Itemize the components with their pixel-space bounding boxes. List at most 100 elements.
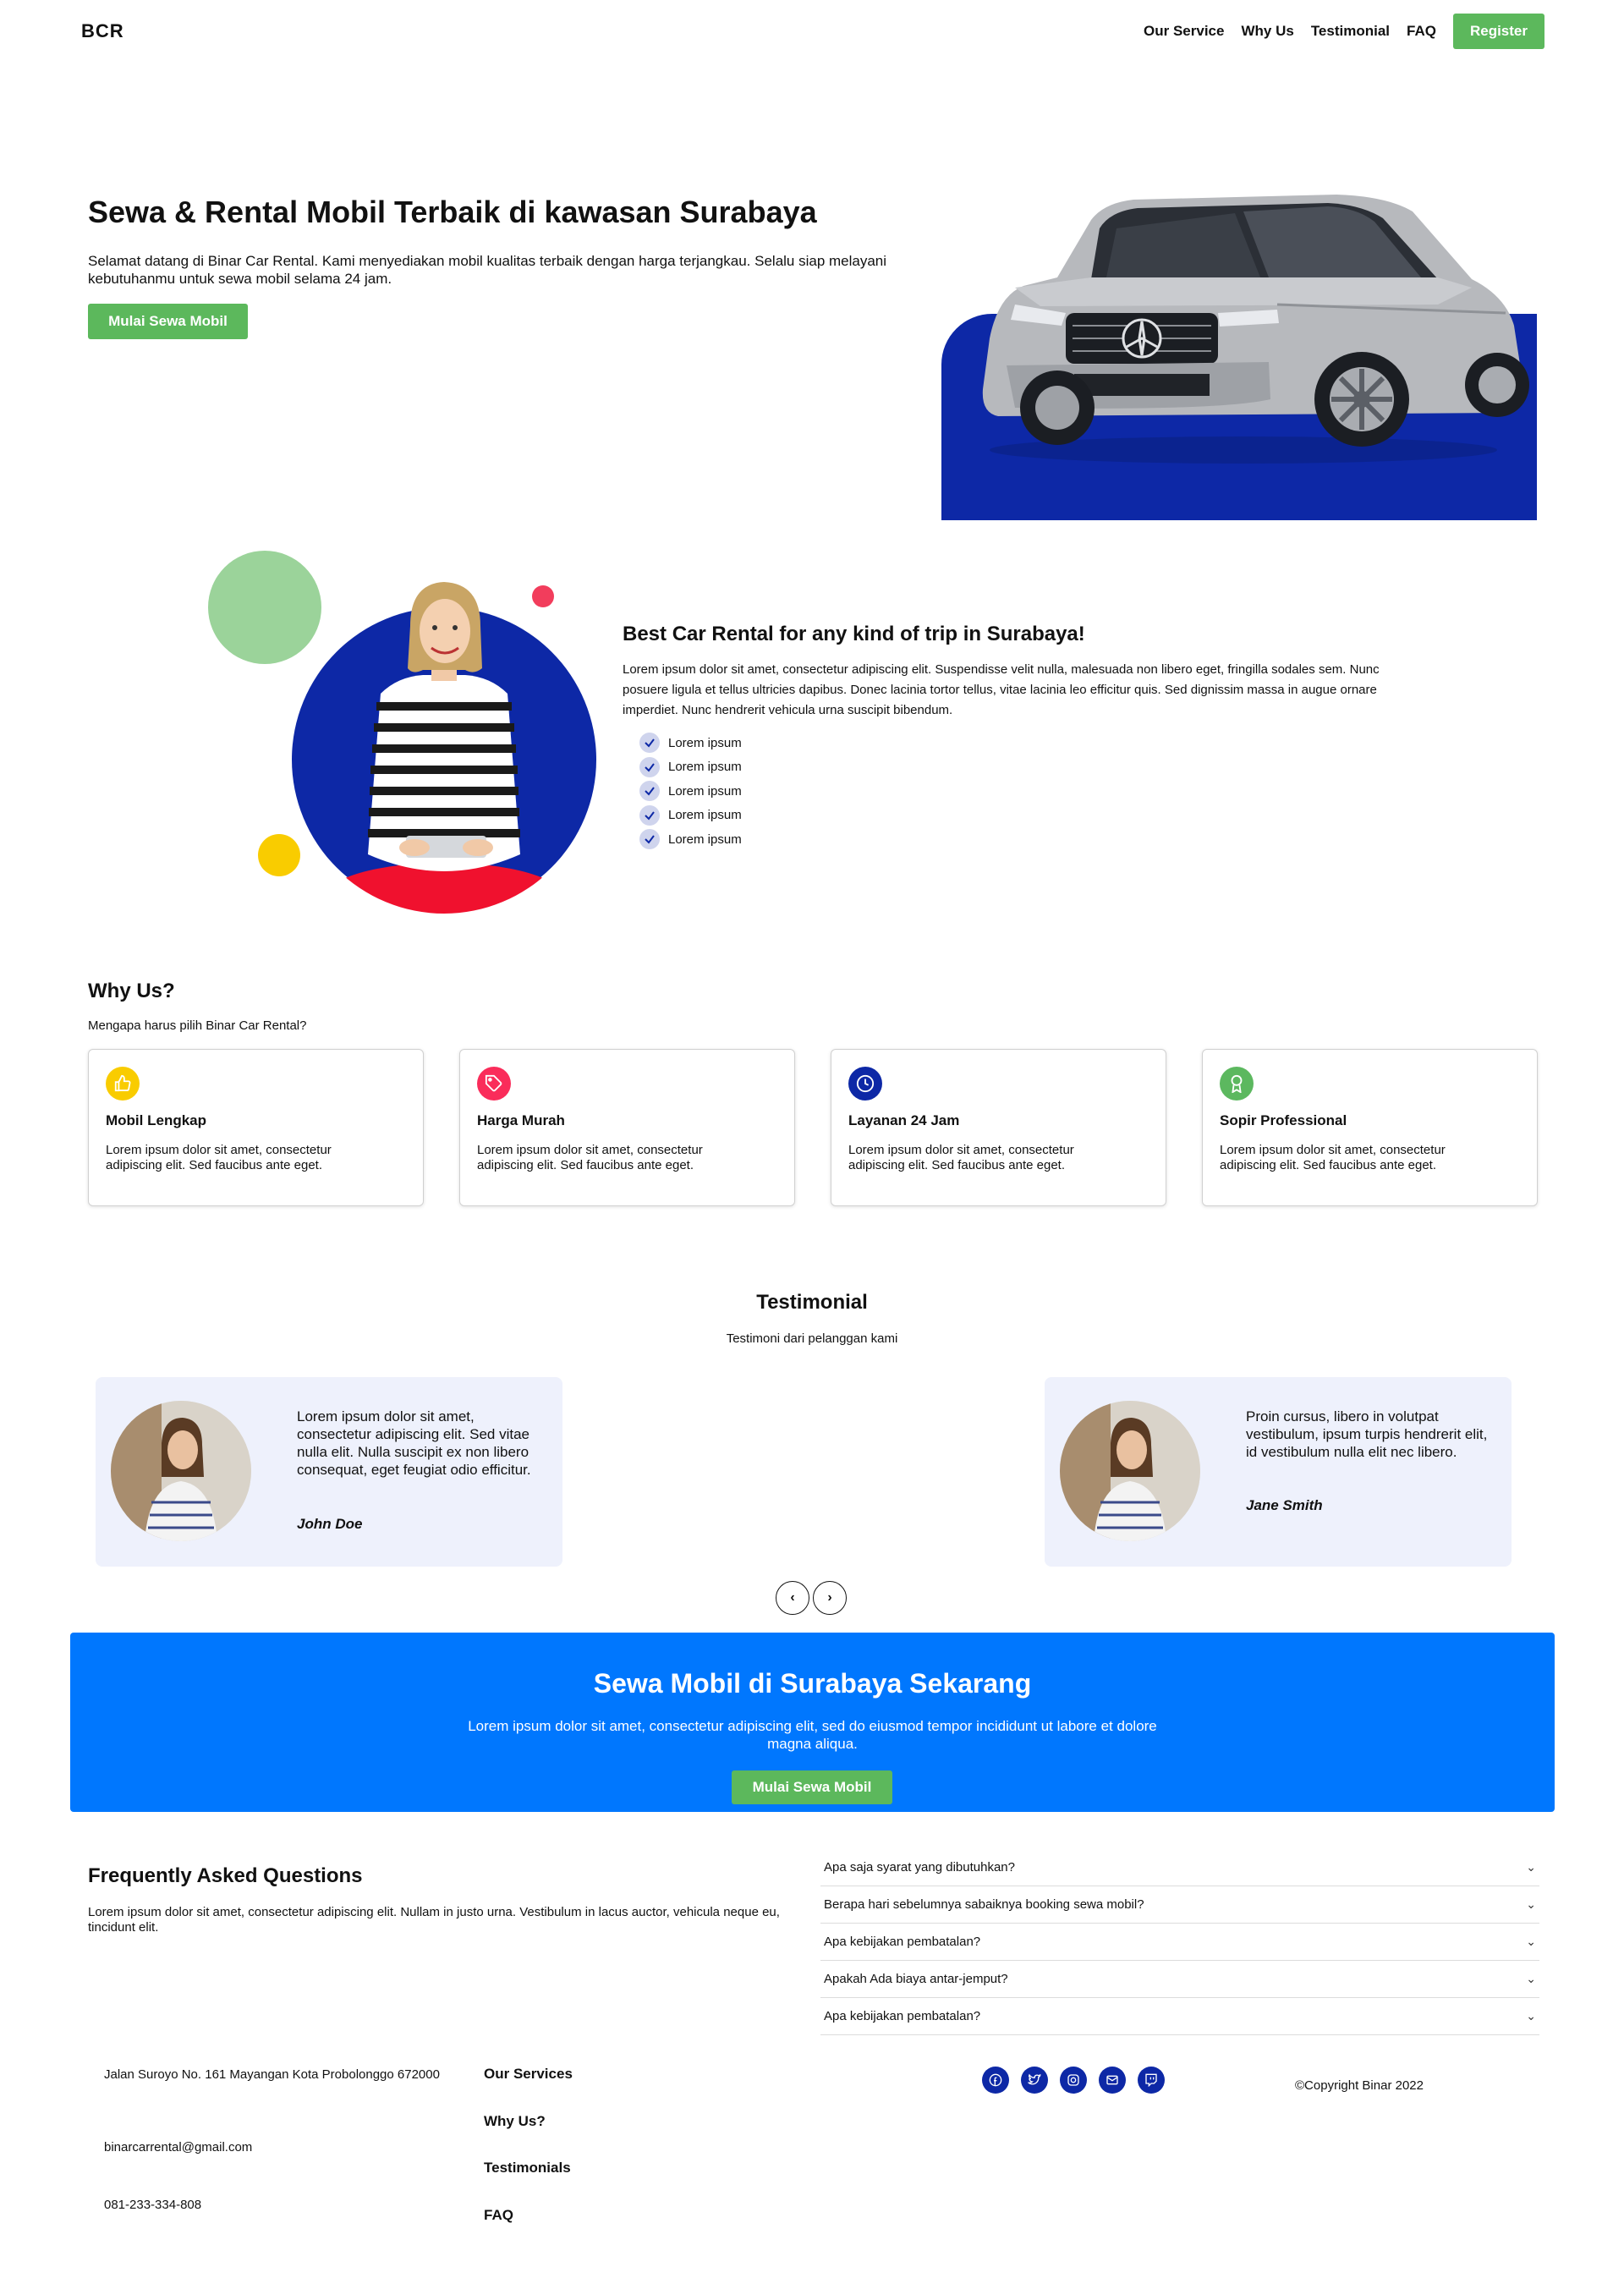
why-card-title: Harga Murah: [477, 1112, 565, 1128]
chevron-down-icon: ⌄: [1526, 1860, 1536, 1874]
footer-nav: Our Services Why Us? Testimonials FAQ: [484, 2066, 573, 2253]
feature-check-list: Lorem ipsum Lorem ipsum Lorem ipsum Lore…: [639, 731, 742, 852]
check-list-item: Lorem ipsum: [639, 755, 742, 780]
footer-link-why-us[interactable]: Why Us?: [484, 2113, 573, 2160]
check-icon: [639, 756, 660, 777]
why-us-subtitle: Mengapa harus pilih Binar Car Rental?: [88, 1018, 307, 1033]
faq-item[interactable]: Apa saja syarat yang dibutuhkan? ⌄: [820, 1849, 1539, 1886]
hero-title: Sewa & Rental Mobil Terbaik di kawasan S…: [88, 195, 817, 229]
hero-car-image: [982, 195, 1529, 464]
decorative-yellow-dot: [258, 834, 300, 876]
brand-logo[interactable]: BCR: [81, 20, 124, 42]
navbar: BCR Our Service Why Us Testimonial FAQ R…: [0, 0, 1624, 63]
instagram-icon[interactable]: [1060, 2067, 1087, 2094]
faq-item[interactable]: Apakah Ada biaya antar-jemput? ⌄: [820, 1961, 1539, 1998]
faq-description: Lorem ipsum dolor sit amet, consectetur …: [88, 1905, 780, 1935]
why-card-title: Sopir Professional: [1220, 1112, 1347, 1128]
about-person-image: [330, 582, 558, 914]
faq-item[interactable]: Berapa hari sebelumnya sabaiknya booking…: [820, 1886, 1539, 1924]
testimonial-title: Testimonial: [756, 1291, 868, 1314]
check-icon: [639, 804, 660, 826]
check-icon: [639, 733, 660, 754]
why-us-title: Why Us?: [88, 980, 175, 1002]
check-list-item: Lorem ipsum: [639, 804, 742, 828]
testimonial-card: Proin cursus, libero in volutpat vestibu…: [1045, 1377, 1512, 1567]
testimonial-carousel-controls: ‹ ›: [776, 1581, 847, 1615]
hero-description: Selamat datang di Binar Car Rental. Kami…: [88, 253, 887, 287]
decorative-green-dot: [208, 551, 321, 664]
faq-question: Apa kebijakan pembatalan?: [824, 2009, 981, 2023]
testimonial-text: Lorem ipsum dolor sit amet, consectetur …: [297, 1408, 531, 1478]
avatar: [111, 1401, 251, 1541]
check-list-label: Lorem ipsum: [668, 783, 742, 799]
nav-link-testimonial[interactable]: Testimonial: [1311, 23, 1390, 40]
why-us-cards: Mobil Lengkap Lorem ipsum dolor sit amet…: [88, 1049, 1538, 1206]
carousel-prev-button[interactable]: ‹: [776, 1581, 809, 1615]
check-list-item: Lorem ipsum: [639, 827, 742, 852]
cta-rent-button[interactable]: Mulai Sewa Mobil: [732, 1770, 892, 1804]
twitter-icon[interactable]: [1021, 2067, 1048, 2094]
about-title: Best Car Rental for any kind of trip in …: [623, 623, 1085, 645]
cta-banner: Sewa Mobil di Surabaya Sekarang Lorem ip…: [70, 1633, 1555, 1812]
testimonial-author: Jane Smith: [1246, 1497, 1323, 1513]
faq-question: Apa kebijakan pembatalan?: [824, 1935, 981, 1949]
copyright-text: ©Copyright Binar 2022: [1295, 2078, 1424, 2093]
footer-address: Jalan Suroyo No. 161 Mayangan Kota Probo…: [104, 2067, 440, 2082]
faq-title: Frequently Asked Questions: [88, 1864, 363, 1887]
footer-link-faq[interactable]: FAQ: [484, 2207, 573, 2254]
faq-item[interactable]: Apa kebijakan pembatalan? ⌄: [820, 1924, 1539, 1961]
nav-link-faq[interactable]: FAQ: [1407, 23, 1436, 40]
faq-question: Apa saja syarat yang dibutuhkan?: [824, 1860, 1015, 1875]
thumbs-up-icon: [106, 1067, 140, 1101]
testimonial-subtitle: Testimoni dari pelanggan kami: [726, 1331, 898, 1346]
why-card-description: Lorem ipsum dolor sit amet, consectetur …: [1220, 1143, 1446, 1172]
why-card-description: Lorem ipsum dolor sit amet, consectetur …: [106, 1143, 332, 1172]
clock-icon: [848, 1067, 882, 1101]
facebook-icon[interactable]: [982, 2067, 1009, 2094]
faq-question: Berapa hari sebelumnya sabaiknya booking…: [824, 1897, 1144, 1912]
avatar: [1060, 1401, 1200, 1541]
carousel-next-button[interactable]: ›: [813, 1581, 847, 1615]
footer-link-our-services[interactable]: Our Services: [484, 2066, 573, 2113]
footer-email: binarcarrental@gmail.com: [104, 2140, 253, 2154]
why-us-card: Harga Murah Lorem ipsum dolor sit amet, …: [459, 1049, 795, 1206]
why-card-description: Lorem ipsum dolor sit amet, consectetur …: [848, 1143, 1074, 1172]
chevron-down-icon: ⌄: [1526, 1897, 1536, 1911]
faq-item[interactable]: Apa kebijakan pembatalan? ⌄: [820, 1998, 1539, 2035]
price-tag-icon: [477, 1067, 511, 1101]
check-icon: [639, 829, 660, 850]
mail-icon[interactable]: [1099, 2067, 1126, 2094]
check-icon: [639, 781, 660, 802]
chevron-down-icon: ⌄: [1526, 2009, 1536, 2023]
faq-question: Apakah Ada biaya antar-jemput?: [824, 1972, 1008, 1986]
testimonial-author: John Doe: [297, 1516, 363, 1532]
why-us-card: Sopir Professional Lorem ipsum dolor sit…: [1202, 1049, 1538, 1206]
check-list-item: Lorem ipsum: [639, 779, 742, 804]
nav-link-why-us[interactable]: Why Us: [1241, 23, 1293, 40]
check-list-label: Lorem ipsum: [668, 832, 742, 847]
register-button[interactable]: Register: [1452, 14, 1544, 49]
check-list-label: Lorem ipsum: [668, 735, 742, 750]
why-us-card: Layanan 24 Jam Lorem ipsum dolor sit ame…: [831, 1049, 1166, 1206]
testimonial-text: Proin cursus, libero in volutpat vestibu…: [1246, 1408, 1488, 1460]
about-description: Lorem ipsum dolor sit amet, consectetur …: [623, 662, 1380, 717]
award-icon: [1220, 1067, 1254, 1101]
cta-description: Lorem ipsum dolor sit amet, consectetur …: [468, 1718, 1157, 1752]
social-links: [982, 2067, 1165, 2094]
hero-cta-button[interactable]: Mulai Sewa Mobil: [88, 304, 248, 339]
testimonial-card: Lorem ipsum dolor sit amet, consectetur …: [96, 1377, 562, 1567]
why-card-description: Lorem ipsum dolor sit amet, consectetur …: [477, 1143, 703, 1172]
chevron-down-icon: ⌄: [1526, 1972, 1536, 1985]
why-card-title: Layanan 24 Jam: [848, 1112, 960, 1128]
footer-link-testimonials[interactable]: Testimonials: [484, 2160, 573, 2207]
why-card-title: Mobil Lengkap: [106, 1112, 206, 1128]
why-us-card: Mobil Lengkap Lorem ipsum dolor sit amet…: [88, 1049, 424, 1206]
cta-title: Sewa Mobil di Surabaya Sekarang: [593, 1668, 1032, 1699]
twitch-icon[interactable]: [1138, 2067, 1165, 2094]
faq-accordion: Apa saja syarat yang dibutuhkan? ⌄ Berap…: [820, 1849, 1539, 2035]
footer-phone: 081-233-334-808: [104, 2198, 202, 2212]
nav-links: Our Service Why Us Testimonial FAQ Regis…: [1144, 14, 1544, 49]
check-list-label: Lorem ipsum: [668, 760, 742, 775]
check-list-label: Lorem ipsum: [668, 808, 742, 823]
nav-link-our-service[interactable]: Our Service: [1144, 23, 1224, 40]
